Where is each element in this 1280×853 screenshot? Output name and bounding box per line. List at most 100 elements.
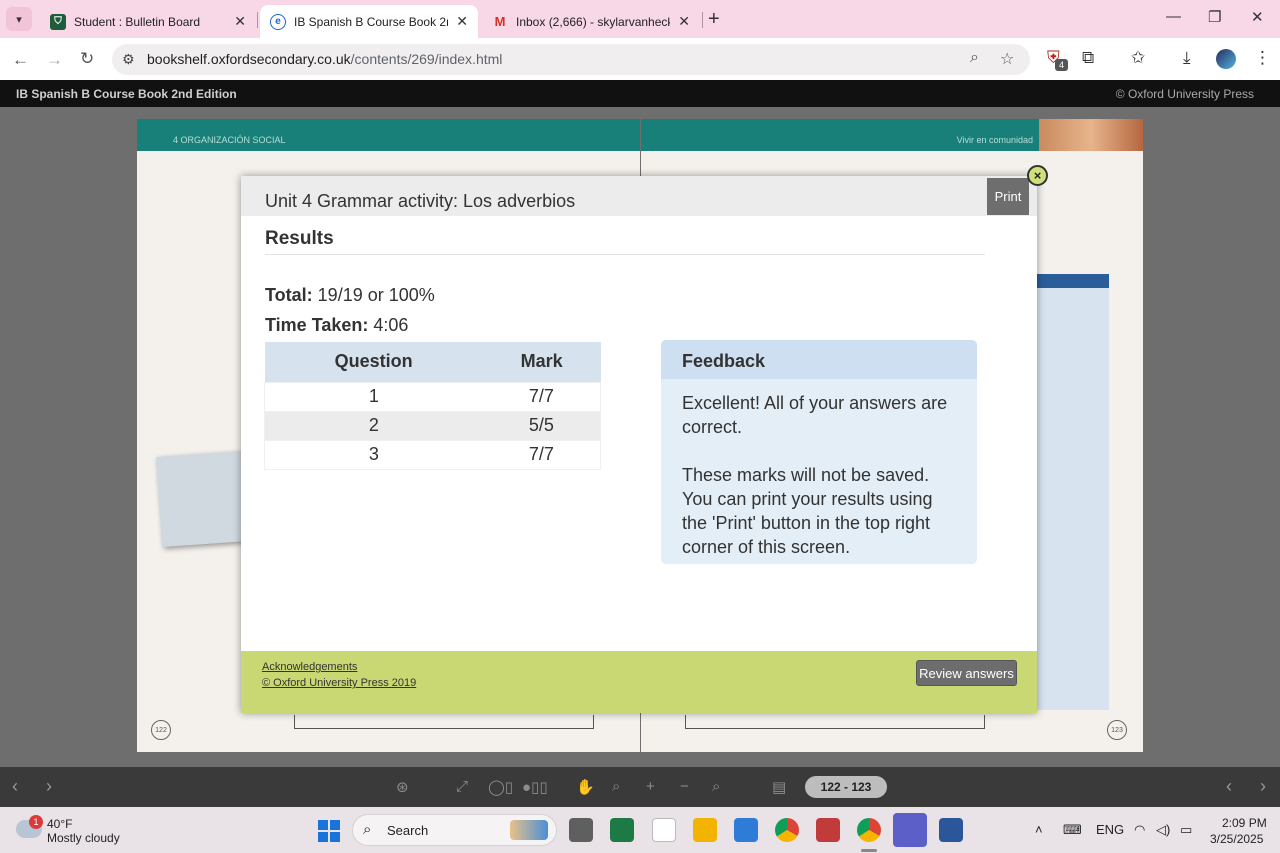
- modal-header: Unit 4 Grammar activity: Los adverbios P…: [241, 176, 1037, 216]
- band-photo: [1039, 119, 1143, 151]
- teams-icon[interactable]: [893, 813, 927, 847]
- chevron-up-icon[interactable]: ˄: [1035, 822, 1043, 837]
- site-info-icon[interactable]: ⚙: [122, 51, 135, 68]
- tab-title: Inbox (2,666) - skylarvanhecke@: [516, 14, 670, 29]
- chapter-band: 4 ORGANIZACIÓN SOCIAL: [137, 119, 640, 151]
- gmail-icon: M: [494, 14, 506, 29]
- paper-people-image: [155, 450, 253, 548]
- clock-time[interactable]: 2:09 PM: [1222, 816, 1267, 830]
- divider: [265, 254, 985, 255]
- weather-temperature[interactable]: 40°F: [47, 817, 72, 831]
- minimize-icon[interactable]: —: [1166, 8, 1181, 25]
- page-frame: [294, 715, 594, 729]
- total-value: 19/19 or 100%: [317, 285, 435, 305]
- weather-description[interactable]: Mostly cloudy: [47, 831, 120, 845]
- download-icon[interactable]: ⤓: [1183, 48, 1191, 68]
- time-label: Time Taken:: [265, 315, 369, 335]
- clock-date[interactable]: 3/25/2025: [1210, 832, 1263, 846]
- chrome-icon[interactable]: [775, 818, 799, 842]
- table-row: 2 5/5: [264, 411, 601, 440]
- total-label: Total:: [265, 285, 313, 305]
- word-icon[interactable]: [939, 818, 963, 842]
- url-text[interactable]: bookshelf.oxfordsecondary.co.uk/contents…: [147, 51, 502, 67]
- double-page-icon[interactable]: ●▯▯: [522, 778, 548, 796]
- url-path: /contents/269/index.html: [350, 51, 503, 67]
- search-label: Search: [387, 823, 429, 838]
- zoom-out-icon[interactable]: −: [680, 778, 689, 795]
- tab-gmail-inbox[interactable]: M Inbox (2,666) - skylarvanhecke@ ✕: [482, 5, 700, 38]
- profile-avatar[interactable]: [1216, 49, 1236, 69]
- panel-header: [1037, 274, 1109, 288]
- next-page-chevron-icon[interactable]: ›: [1248, 776, 1278, 798]
- taskbar-search[interactable]: ⌕ Search: [352, 814, 557, 846]
- chapter-label: 4 ORGANIZACIÓN SOCIAL: [173, 135, 286, 145]
- next-chevron-icon[interactable]: ›: [34, 776, 64, 798]
- question-cell: 2: [264, 411, 483, 440]
- bookmarks-icon[interactable]: ✩: [1131, 48, 1145, 68]
- section-band: Vivir en comunidad: [641, 119, 1143, 151]
- extension-badge: 4: [1055, 59, 1068, 71]
- new-tab-button[interactable]: +: [708, 8, 720, 31]
- page-list-icon[interactable]: ▤: [772, 778, 786, 796]
- page-indicator[interactable]: 122 - 123: [805, 776, 887, 798]
- tab-bulletin-board[interactable]: ⛉ Student : Bulletin Board ✕: [40, 5, 256, 38]
- close-icon[interactable]: ✕: [234, 13, 246, 30]
- modal-close-button[interactable]: ×: [1027, 165, 1048, 186]
- menu-kebab-icon[interactable]: ⋮: [1254, 48, 1271, 68]
- zoom-area-icon[interactable]: ⌕: [612, 778, 620, 795]
- section-label: Vivir en comunidad: [956, 135, 1033, 145]
- print-button[interactable]: Print: [987, 178, 1029, 215]
- close-icon[interactable]: ✕: [456, 13, 468, 30]
- close-icon[interactable]: ✕: [678, 13, 690, 30]
- score-table: Question Mark 1 7/7 2 5/5 3 7/7: [264, 342, 601, 470]
- battery-icon[interactable]: ▭: [1180, 822, 1192, 838]
- document-app-icon[interactable]: [652, 818, 676, 842]
- copyright-link[interactable]: © Oxford University Press 2019: [262, 677, 416, 689]
- file-explorer-icon[interactable]: [693, 818, 717, 842]
- volume-icon[interactable]: ◁): [1156, 822, 1170, 838]
- acknowledgements-link[interactable]: Acknowledgements: [262, 661, 357, 673]
- feedback-body: Excellent! All of your answers are corre…: [661, 379, 977, 559]
- restore-icon[interactable]: ❐: [1208, 8, 1221, 26]
- bookmark-star-icon[interactable]: ☆: [1000, 49, 1014, 69]
- zoom-reset-icon[interactable]: ⌕: [712, 778, 720, 795]
- hand-pan-icon[interactable]: ✋: [576, 778, 595, 796]
- modal-footer: Acknowledgements © Oxford University Pre…: [241, 651, 1037, 713]
- back-icon[interactable]: ←: [12, 50, 29, 70]
- snipping-tool-icon[interactable]: [816, 818, 840, 842]
- windows-start-icon[interactable]: [318, 820, 340, 842]
- tab-title: Student : Bulletin Board: [74, 14, 201, 29]
- table-row: 3 7/7: [264, 440, 601, 469]
- app-copyright: © Oxford University Press: [1115, 87, 1254, 101]
- chrome-profile-icon[interactable]: [857, 818, 881, 842]
- table-header-row: Question Mark: [264, 342, 601, 382]
- zoom-icon[interactable]: ⌕: [970, 49, 979, 67]
- accessibility-icon[interactable]: ⊛: [396, 778, 409, 796]
- reload-icon[interactable]: ↻: [80, 49, 94, 69]
- language-indicator[interactable]: ENG: [1096, 822, 1124, 837]
- browser-tab-strip: ▾ ⛉ Student : Bulletin Board ✕ e IB Span…: [0, 0, 1280, 38]
- prev-chevron-icon[interactable]: ‹: [0, 776, 30, 798]
- wifi-icon[interactable]: ◠: [1134, 822, 1145, 838]
- window-close-icon[interactable]: ✕: [1251, 8, 1264, 26]
- question-cell: 1: [368, 386, 379, 406]
- shield-app-icon[interactable]: [610, 818, 634, 842]
- page-number-right: 123: [1107, 720, 1127, 740]
- app-title: IB Spanish B Course Book 2nd Edition: [16, 87, 237, 101]
- extensions-puzzle-icon[interactable]: ⧉: [1082, 48, 1094, 68]
- zoom-in-icon[interactable]: +: [646, 778, 655, 795]
- tab-spanish-course-book[interactable]: e IB Spanish B Course Book 2nd E ✕: [260, 5, 478, 38]
- tab-separator: [257, 12, 258, 28]
- store-icon[interactable]: [734, 818, 758, 842]
- tab-search-dropdown[interactable]: ▾: [6, 7, 32, 31]
- single-page-icon[interactable]: ◯▯: [488, 778, 513, 796]
- feedback-panel: Feedback Excellent! All of your answers …: [661, 340, 977, 564]
- review-answers-button[interactable]: Review answers: [916, 660, 1017, 686]
- forward-icon[interactable]: →: [46, 50, 63, 70]
- table-row: 1 7/7: [264, 382, 601, 411]
- task-view-icon[interactable]: [569, 818, 593, 842]
- fullscreen-icon[interactable]: ⤢: [456, 778, 468, 795]
- mark-cell: 7/7: [528, 444, 554, 464]
- prev-page-chevron-icon[interactable]: ‹: [1214, 776, 1244, 798]
- keyboard-icon[interactable]: ⌨: [1063, 822, 1082, 838]
